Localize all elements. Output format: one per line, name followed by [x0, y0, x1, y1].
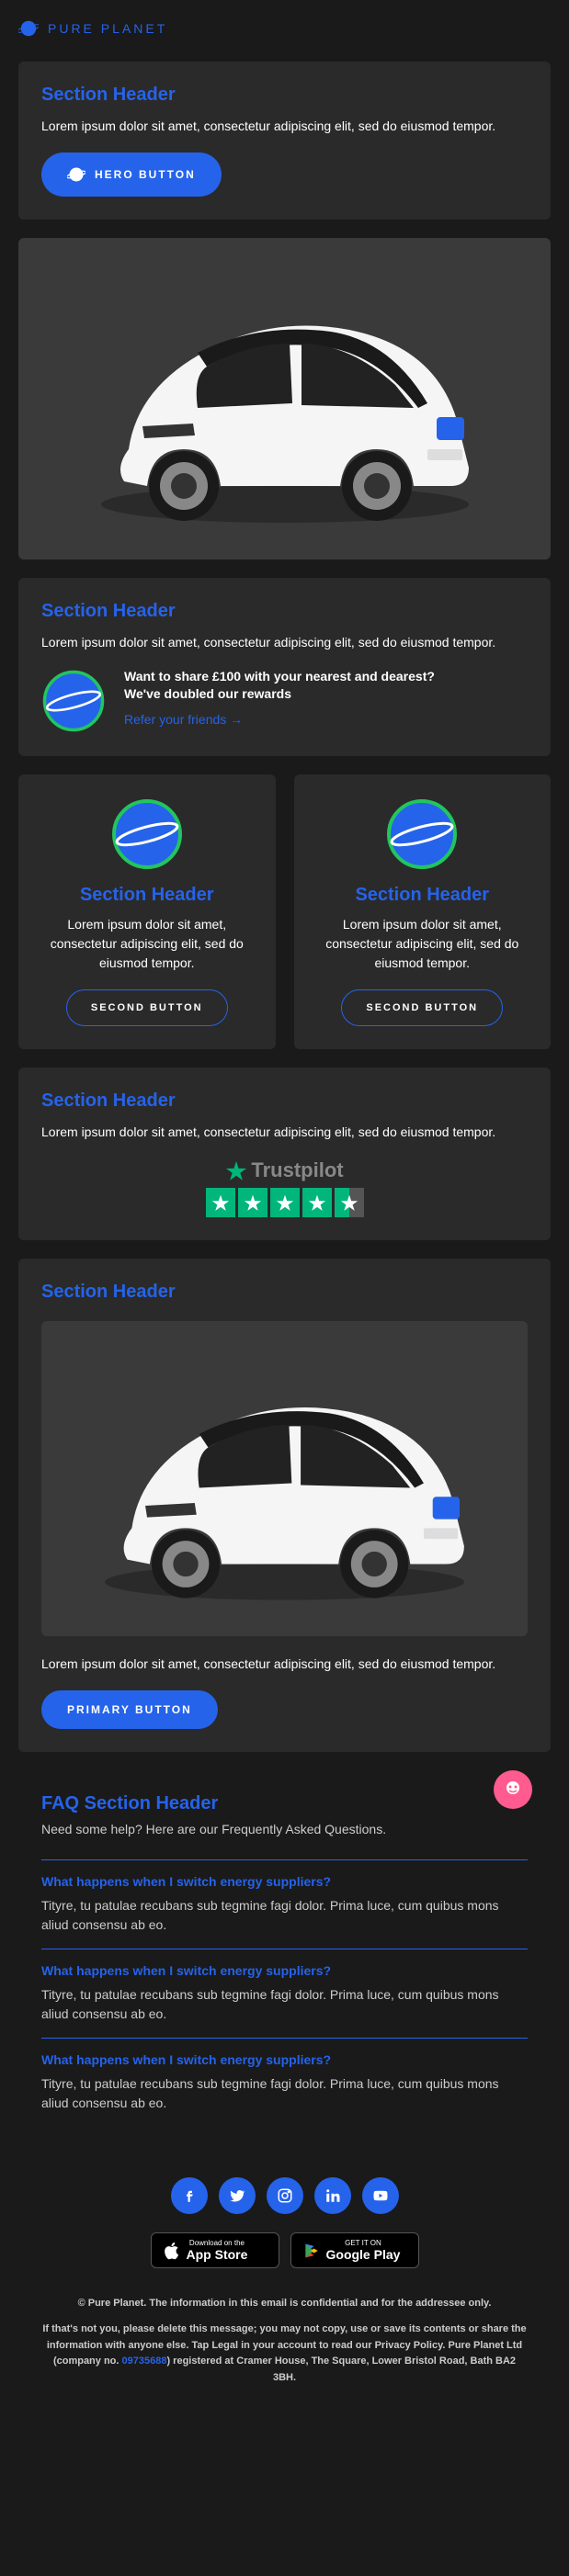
- section3-header: Section Header: [41, 1090, 528, 1112]
- faq-question: What happens when I switch energy suppli…: [41, 2052, 528, 2067]
- appstore-big: App Store: [187, 2247, 248, 2262]
- col2-header: Section Header: [355, 885, 489, 906]
- col-card-1: Section Header Lorem ipsum dolor sit ame…: [18, 774, 276, 1049]
- section4-card: Section Header Lorem ipsum dolor sit ame…: [18, 1259, 551, 1752]
- planet-icon: [41, 669, 106, 733]
- apple-icon: [163, 2240, 181, 2262]
- app-store-badge[interactable]: Download on theApp Store: [151, 2232, 279, 2268]
- col1-button[interactable]: SECOND BUTTON: [66, 989, 228, 1026]
- faq-answer: Tityre, tu patulae recubans sub tegmine …: [41, 1985, 528, 2024]
- col-card-2: Section Header Lorem ipsum dolor sit ame…: [294, 774, 552, 1049]
- faq-item: What happens when I switch energy suppli…: [41, 1949, 528, 2038]
- faq-sub: Need some help? Here are our Frequently …: [41, 1822, 528, 1836]
- gplay-small: GET IT ON: [326, 2239, 401, 2247]
- star-icon: [206, 1188, 235, 1217]
- trustpilot-rating: [41, 1188, 528, 1217]
- promo-line1: Want to share £100 with your nearest and…: [124, 669, 528, 684]
- car-image-card: [18, 238, 551, 559]
- google-play-badge[interactable]: GET IT ONGoogle Play: [290, 2232, 419, 2268]
- col1-header: Section Header: [80, 885, 214, 906]
- trustpilot-star-icon: [225, 1159, 247, 1181]
- faq-item: What happens when I switch energy suppli…: [41, 2038, 528, 2127]
- section4-body: Lorem ipsum dolor sit amet, consectetur …: [41, 1655, 528, 1674]
- star-icon: [270, 1188, 300, 1217]
- faq-header: FAQ Section Header: [41, 1793, 528, 1814]
- footer: Download on theApp Store GET IT ONGoogle…: [18, 2150, 551, 2423]
- section3-body: Lorem ipsum dolor sit amet, consectetur …: [41, 1123, 528, 1142]
- hero-card: Section Header Lorem ipsum dolor sit ame…: [18, 62, 551, 220]
- brand-logo: PURE PLANET: [18, 18, 551, 39]
- company-number: 09735688: [122, 2356, 167, 2367]
- hero-button[interactable]: HERO BUTTON: [41, 153, 222, 197]
- hero-body: Lorem ipsum dolor sit amet, consectetur …: [41, 117, 528, 136]
- footer-line2: If that's not you, please delete this me…: [41, 2322, 528, 2386]
- col2-button[interactable]: SECOND BUTTON: [341, 989, 503, 1026]
- footer-line1: © Pure Planet. The information in this e…: [41, 2296, 528, 2312]
- hero-button-label: HERO BUTTON: [95, 168, 196, 181]
- planet-icon: [18, 18, 39, 39]
- appstore-small: Download on the: [187, 2239, 248, 2247]
- star-icon: [238, 1188, 267, 1217]
- col2-body: Lorem ipsum dolor sit amet, consectetur …: [313, 915, 533, 973]
- promo-card: Section Header Lorem ipsum dolor sit ame…: [18, 578, 551, 756]
- google-play-icon: [302, 2241, 321, 2261]
- planet-icon: [110, 797, 184, 871]
- col1-body: Lorem ipsum dolor sit amet, consectetur …: [37, 915, 257, 973]
- faq-question: What happens when I switch energy suppli…: [41, 1874, 528, 1889]
- instagram-icon[interactable]: [267, 2177, 303, 2214]
- brand-name: PURE PLANET: [48, 21, 167, 36]
- star-half-icon: [335, 1188, 364, 1217]
- section2-header: Section Header: [41, 601, 528, 622]
- faq-answer: Tityre, tu patulae recubans sub tegmine …: [41, 1896, 528, 1935]
- car-illustration: [64, 266, 506, 532]
- section2-body: Lorem ipsum dolor sit amet, consectetur …: [41, 633, 528, 652]
- facebook-icon[interactable]: [171, 2177, 208, 2214]
- faq-answer: Tityre, tu patulae recubans sub tegmine …: [41, 2074, 528, 2113]
- twitter-icon[interactable]: [219, 2177, 256, 2214]
- planet-icon: [67, 165, 85, 184]
- promo-line2: We've doubled our rewards: [124, 686, 528, 701]
- trustpilot-label: Trustpilot: [251, 1158, 343, 1182]
- hero-header: Section Header: [41, 85, 528, 106]
- planet-icon: [385, 797, 459, 871]
- trustpilot-card: Section Header Lorem ipsum dolor sit ame…: [18, 1068, 551, 1240]
- primary-button[interactable]: PRIMARY BUTTON: [41, 1690, 218, 1729]
- faq-question: What happens when I switch energy suppli…: [41, 1963, 528, 1978]
- car-illustration: [69, 1349, 500, 1609]
- two-column-row: Section Header Lorem ipsum dolor sit ame…: [18, 774, 551, 1049]
- faq-section: FAQ Section Header Need some help? Here …: [18, 1770, 551, 2150]
- youtube-icon[interactable]: [362, 2177, 399, 2214]
- gplay-big: Google Play: [326, 2247, 401, 2262]
- refer-link[interactable]: Refer your friends →: [124, 712, 243, 727]
- linkedin-icon[interactable]: [314, 2177, 351, 2214]
- star-icon: [302, 1188, 332, 1217]
- section4-header: Section Header: [41, 1282, 528, 1303]
- faq-item: What happens when I switch energy suppli…: [41, 1859, 528, 1949]
